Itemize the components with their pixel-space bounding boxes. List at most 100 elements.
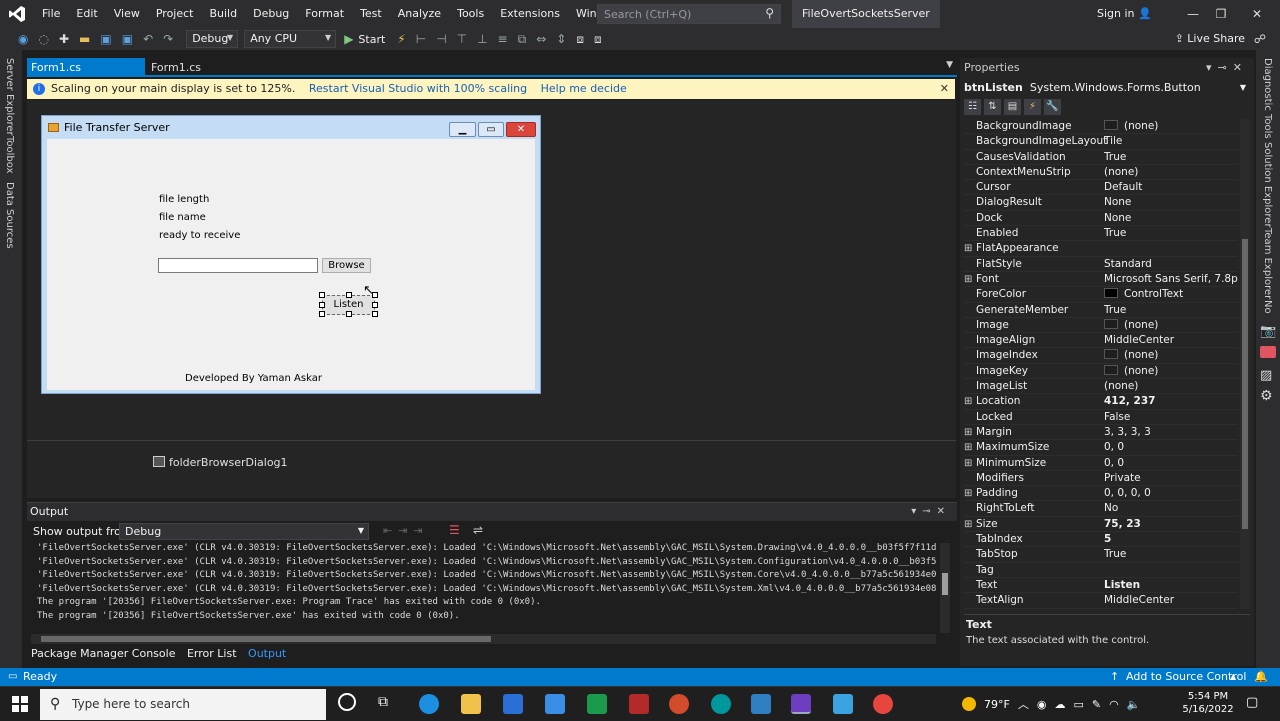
browse-button[interactable]: Browse — [322, 258, 371, 273]
expand-icon[interactable]: ⊞ — [964, 394, 974, 409]
mail-icon[interactable] — [545, 694, 565, 714]
alphabetical-icon[interactable]: ⇅ — [984, 99, 1001, 115]
property-row-padding[interactable]: ⊞ Padding 0, 0, 0, 0 — [964, 486, 1238, 502]
expand-icon[interactable]: ⊞ — [964, 486, 974, 501]
property-row-imagealign[interactable]: ImageAlign MiddleCenter — [964, 333, 1238, 349]
property-value[interactable]: Private — [1104, 471, 1238, 486]
restart-scaling-link[interactable]: Restart Visual Studio with 100% scaling — [309, 82, 527, 95]
folder-browser-dialog-component[interactable]: folderBrowserDialog1 — [153, 456, 288, 469]
menu-view[interactable]: View — [106, 0, 148, 28]
properties-window-controls[interactable]: ▾⊸✕ — [1206, 58, 1248, 78]
expand-icon[interactable]: ⊞ — [964, 241, 974, 256]
property-row-backgroundimagelayout[interactable]: BackgroundImageLayout Tile — [964, 134, 1238, 150]
resize-handle[interactable] — [319, 302, 325, 308]
menu-tools[interactable]: Tools — [449, 0, 492, 28]
output-nav-icons[interactable]: ⇤⇥⇥ — [383, 524, 429, 537]
camera-icon[interactable]: 📷 — [1260, 324, 1276, 339]
tab-form1-design[interactable]: Form1.cs [Design]⊸✕ — [27, 58, 145, 93]
expand-icon[interactable]: ⊞ — [964, 440, 974, 455]
property-value[interactable]: False — [1104, 410, 1238, 425]
property-row-minimumsize[interactable]: ⊞ MinimumSize 0, 0 — [964, 456, 1238, 471]
output-vertical-scrollbar[interactable] — [940, 543, 950, 633]
property-value[interactable]: True — [1104, 150, 1238, 165]
output-horizontal-scrollbar[interactable] — [31, 634, 936, 644]
property-value[interactable]: True — [1104, 226, 1238, 241]
label-file-length[interactable]: file length — [159, 194, 209, 205]
arduino-icon[interactable] — [711, 694, 731, 714]
property-value[interactable]: Default — [1104, 180, 1238, 195]
menu-extensions[interactable]: Extensions — [492, 0, 568, 28]
restore-window-button[interactable]: ❐ — [1204, 0, 1238, 28]
live-share-button[interactable]: ⇪ Live Share — [1175, 28, 1245, 50]
menu-edit[interactable]: Edit — [68, 0, 105, 28]
property-row-flatstyle[interactable]: FlatStyle Standard — [964, 257, 1238, 272]
clear-all-icon[interactable]: ☰ — [449, 523, 460, 537]
scroll-thumb[interactable] — [1242, 239, 1248, 529]
center-horizontally-icon[interactable]: ⇕ — [556, 32, 566, 46]
tab-form1-code[interactable]: Form1.cs — [147, 58, 205, 77]
property-row-maximumsize[interactable]: ⊞ MaximumSize 0, 0 — [964, 440, 1238, 456]
property-row-margin[interactable]: ⊞ Margin 3, 3, 3, 3 — [964, 425, 1238, 441]
action-center-icon[interactable]: ▢ — [1246, 695, 1258, 710]
pen-icon[interactable]: ✎ — [1092, 698, 1101, 711]
menu-test[interactable]: Test — [352, 0, 390, 28]
property-value[interactable]: 5 — [1104, 532, 1238, 547]
property-value[interactable]: None — [1104, 195, 1238, 210]
property-row-cursor[interactable]: Cursor Default — [964, 180, 1238, 196]
resize-handle[interactable] — [346, 311, 352, 317]
taskbar-search-box[interactable]: ⚲ Type here to search — [40, 689, 326, 720]
scroll-thumb[interactable] — [942, 573, 948, 595]
toolbox-tab[interactable]: Toolbox — [4, 136, 15, 174]
tab-error-list[interactable]: Error List — [187, 647, 237, 660]
property-value[interactable]: 412, 237 — [1104, 394, 1238, 409]
tab-order-icon[interactable]: ⧈ — [594, 32, 602, 47]
navigate-back-icon[interactable]: ◉ — [18, 32, 28, 46]
app-blue-icon[interactable] — [751, 694, 771, 714]
property-row-righttoleft[interactable]: RightToLeft No — [964, 501, 1238, 517]
solution-platform-select[interactable]: Any CPU ▼ — [244, 30, 337, 48]
spacing-icon[interactable]: ⇔ — [536, 32, 546, 46]
property-row-contextmenustrip[interactable]: ContextMenuStrip (none) — [964, 165, 1238, 181]
resize-handle[interactable] — [372, 311, 378, 317]
word-wrap-icon[interactable]: ⇌ — [473, 523, 483, 537]
property-row-font[interactable]: ⊞ Font Microsoft Sans Serif, 7.8pt — [964, 272, 1238, 288]
property-value[interactable]: 75, 23 — [1104, 517, 1238, 532]
property-row-enabled[interactable]: Enabled True — [964, 226, 1238, 242]
menu-debug[interactable]: Debug — [245, 0, 297, 28]
cortana-icon[interactable] — [338, 693, 356, 711]
property-row-imagekey[interactable]: ImageKey (none) — [964, 364, 1238, 380]
property-row-locked[interactable]: Locked False — [964, 410, 1238, 425]
feedback-icon[interactable]: ☍ — [1243, 28, 1277, 50]
tray-app-icon[interactable]: ◉ — [1037, 698, 1047, 711]
property-value[interactable]: MiddleCenter — [1104, 593, 1238, 608]
property-row-imageindex[interactable]: ImageIndex (none) — [964, 348, 1238, 364]
record-icon[interactable] — [1260, 346, 1276, 358]
output-text-area[interactable]: 'FileOvertSocketsServer.exe' (CLR v4.0.3… — [37, 542, 937, 627]
property-row-tag[interactable]: Tag — [964, 563, 1238, 578]
edge-icon[interactable] — [419, 694, 439, 714]
property-value[interactable]: (none) — [1104, 348, 1238, 363]
taskbar-clock[interactable]: 5:54 PM 5/16/2022 — [1180, 690, 1236, 716]
property-value[interactable]: True — [1104, 547, 1238, 562]
battery-icon[interactable]: ▭ — [1073, 698, 1083, 711]
property-value[interactable]: MiddleCenter — [1104, 333, 1238, 348]
sign-in-link[interactable]: Sign in 👤 — [1097, 0, 1152, 28]
redo-icon[interactable]: ↷ — [163, 32, 173, 46]
tab-overflow-icon[interactable]: ▼ — [946, 60, 953, 70]
file-explorer-icon[interactable] — [461, 694, 481, 714]
object-selector[interactable]: btnListen System.Windows.Forms.Button ▼ — [964, 80, 1250, 97]
help-me-decide-link[interactable]: Help me decide — [541, 82, 627, 95]
property-value[interactable]: 3, 3, 3, 3 — [1104, 425, 1238, 440]
weather-sun-icon[interactable] — [962, 697, 976, 711]
resize-handle[interactable] — [346, 292, 352, 298]
align-rights-icon[interactable]: ⊤ — [457, 32, 467, 46]
task-view-icon[interactable]: ⧉ — [378, 694, 388, 710]
app-p-icon[interactable] — [669, 694, 689, 714]
add-to-source-control-button[interactable]: Add to Source Control — [1126, 668, 1246, 686]
property-value[interactable]: (none) — [1104, 165, 1238, 180]
make-same-size-icon[interactable]: ⧉ — [518, 32, 527, 47]
chevron-up-icon[interactable]: ▲ — [1230, 668, 1236, 686]
property-value[interactable]: 0, 0 — [1104, 456, 1238, 471]
expand-icon[interactable]: ⊞ — [964, 425, 974, 440]
expand-icon[interactable]: ⊞ — [964, 517, 974, 532]
